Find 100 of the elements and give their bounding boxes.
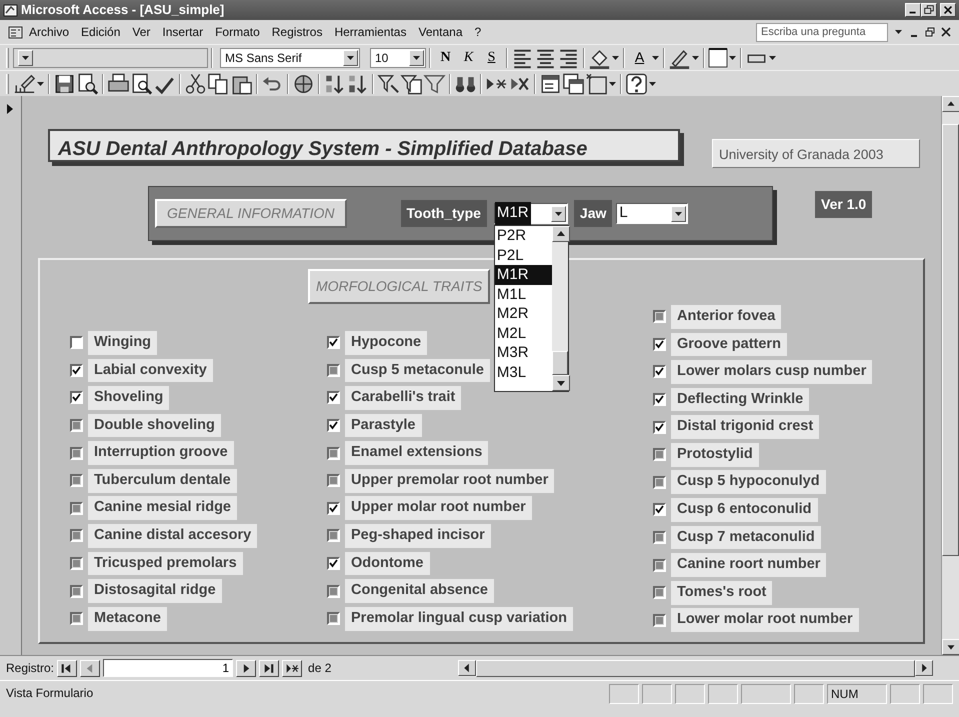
caret-icon[interactable] [21,54,30,62]
globe-icon[interactable] [292,72,315,94]
caret-icon[interactable] [648,80,657,88]
caret-icon[interactable] [728,54,737,62]
checkbox[interactable] [327,557,340,570]
checkbox[interactable] [327,529,340,542]
restore-icon[interactable] [925,27,935,37]
help-icon[interactable] [625,72,648,94]
document-magnifier-icon[interactable] [76,72,99,94]
caret-icon[interactable] [768,54,777,62]
checkbox[interactable] [70,529,83,542]
checkbox[interactable] [70,364,83,377]
caret-icon[interactable] [611,54,620,62]
checkbox[interactable] [653,476,666,489]
menu-item[interactable]: Ventana [412,21,469,43]
last-record-icon[interactable] [259,660,280,676]
font-size-combo[interactable]: 10 [370,48,426,68]
filter-form-icon[interactable] [400,72,423,94]
properties-icon[interactable] [539,72,562,94]
checkbox[interactable] [70,584,83,598]
list-option[interactable]: P2R [494,226,552,246]
scissors-icon[interactable] [184,72,207,94]
menu-item[interactable]: Herramientas [328,21,412,43]
checkbox[interactable] [653,338,666,351]
checkbox[interactable] [653,310,666,324]
checkbox[interactable] [653,558,666,572]
checkbox[interactable] [653,420,666,434]
border-icon[interactable] [708,48,728,68]
font-combo[interactable]: MS Sans Serif [220,48,360,68]
checkbox[interactable] [70,474,83,488]
scroll-up-icon[interactable] [942,96,959,112]
bold-button[interactable]: N [434,46,457,68]
underline-button[interactable]: S [480,46,503,68]
database-window-icon[interactable] [562,72,585,94]
menu-item[interactable]: Registros [266,21,328,43]
filter-icon[interactable] [423,72,446,94]
scroll-thumb[interactable] [942,124,959,556]
italic-button[interactable]: K [457,46,480,68]
menu-item[interactable]: Edición [75,21,126,43]
checkbox[interactable] [327,391,340,404]
checkbox[interactable] [653,614,666,627]
checkbox[interactable] [653,448,666,462]
filter-selection-icon[interactable] [377,72,400,94]
new-object-icon[interactable] [585,72,608,94]
close-icon[interactable] [941,27,951,37]
scroll-right-icon[interactable] [915,660,933,676]
font-color-button[interactable]: A [628,46,651,68]
scroll-down-icon[interactable] [942,639,959,655]
checkbox[interactable] [327,419,340,432]
list-option[interactable]: P2L [494,246,552,265]
checkbox[interactable] [70,336,83,350]
list-option[interactable]: M2R [494,304,552,324]
caret-icon[interactable] [346,54,355,62]
caret-icon[interactable] [554,210,563,218]
scroll-thumb[interactable] [476,660,915,676]
checkbox[interactable] [653,393,666,406]
new-record-icon[interactable] [282,660,302,676]
jaw-combo[interactable]: L [616,203,688,224]
save-icon[interactable] [53,72,76,94]
scroll-left-icon[interactable] [458,660,476,676]
copy-icon[interactable] [207,72,230,94]
checkbox[interactable] [327,446,340,460]
checkbox[interactable] [70,612,83,626]
record-number-field[interactable]: 1 [103,659,234,677]
scroll-up-icon[interactable] [552,226,570,242]
help-question-field[interactable]: Escriba una pregunta [756,22,888,42]
form-view-icon[interactable] [8,24,23,40]
caret-icon[interactable] [691,54,700,62]
checkbox[interactable] [327,336,340,350]
menu-item[interactable]: Ver [126,21,156,43]
checkbox[interactable] [327,474,340,488]
checkbox[interactable] [327,584,340,598]
menu-item[interactable]: ? [468,21,488,43]
next-record-icon[interactable] [236,660,256,676]
checkbox[interactable] [653,365,666,378]
first-record-icon[interactable] [57,660,78,676]
checkbox[interactable] [70,446,83,460]
checkbox[interactable] [70,391,83,404]
list-option[interactable]: M3R [494,343,552,362]
restore-icon[interactable] [921,3,937,17]
list-option[interactable]: M3L [494,362,552,382]
ruler-pencil-icon[interactable] [13,72,36,94]
caret-icon[interactable] [674,210,684,218]
scroll-down-icon[interactable] [552,375,570,391]
menu-item[interactable]: Archivo [23,21,76,43]
caret-icon[interactable] [608,80,617,88]
caret-icon[interactable] [894,28,903,36]
print-icon[interactable] [107,72,130,94]
checkbox[interactable] [327,364,340,377]
scroll-thumb[interactable] [552,351,568,375]
menu-item[interactable]: Insertar [156,21,210,43]
list-option[interactable]: M1L [494,284,552,304]
checkbox[interactable] [653,586,666,600]
list-option[interactable]: M1R [494,265,552,284]
previous-record-icon[interactable] [80,660,100,676]
minimize-icon[interactable] [905,3,921,17]
record-selector-icon[interactable] [6,102,14,115]
checkbox[interactable] [653,503,666,516]
caret-icon[interactable] [36,80,45,88]
checkbox[interactable] [70,502,83,515]
